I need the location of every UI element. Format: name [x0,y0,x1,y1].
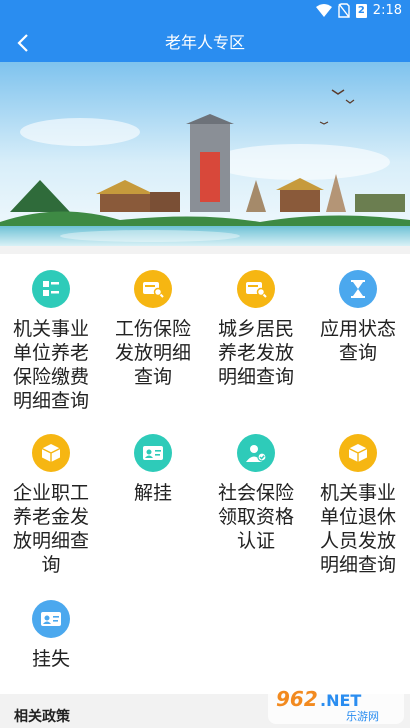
watermark-logo: 962 .NET 乐游网 [268,684,404,724]
list-icon [32,270,70,308]
id-card-icon [32,600,70,638]
service-label: 机关事业单位退休人员发放明细查询 [319,482,396,576]
service-item-app-status[interactable]: 应用状态查询 [307,270,409,365]
box-icon [32,434,70,472]
service-label: 解挂 [133,482,172,504]
service-label: 社会保险领取资格认证 [217,482,294,552]
svg-text:乐游网: 乐游网 [346,710,379,723]
wifi-icon [315,3,332,17]
clock: 2:18 [372,3,402,18]
service-grid: 机关事业单位养老保险缴费明细查询 工伤保险发放明细查询 城乡居民养老发放明细查询… [0,254,410,694]
service-label: 挂失 [31,648,70,670]
no-sim-icon [338,3,350,18]
service-item-employee-pension[interactable]: 企业职工养老金发放明细查询 [0,434,102,577]
hourglass-icon [339,270,377,308]
id-card-icon [134,434,172,472]
card-search-icon [134,270,172,308]
service-item-unfreeze[interactable]: 解挂 [102,434,204,505]
service-item-report-loss[interactable]: 挂失 [0,600,102,671]
service-item-injury-insurance[interactable]: 工伤保险发放明细查询 [102,270,204,389]
title-bar: 老年人专区 [0,24,410,62]
related-policies-heading: 相关政策 [14,709,70,725]
service-label: 应用状态查询 [319,318,396,364]
service-item-retiree-payment[interactable]: 机关事业单位退休人员发放明细查询 [307,434,409,577]
service-label: 企业职工养老金发放明细查询 [12,482,89,576]
service-label: 城乡居民养老发放明细查询 [217,318,294,388]
service-item-staff-pension-payment[interactable]: 机关事业单位养老保险缴费明细查询 [0,270,102,413]
page-title: 老年人专区 [164,33,245,52]
box-icon [339,434,377,472]
battery-indicator: 2 [355,3,367,18]
service-label: 工伤保险发放明细查询 [114,318,191,388]
banner-image [0,62,410,246]
status-icons: 2 2:18 [315,3,402,18]
svg-text:.NET: .NET [320,691,361,710]
service-label: 机关事业单位养老保险缴费明细查询 [12,318,89,412]
card-search-icon [237,270,275,308]
service-item-eligibility-certification[interactable]: 社会保险领取资格认证 [205,434,307,553]
person-check-icon [237,434,275,472]
status-bar: 2 2:18 [0,0,410,24]
service-item-resident-pension[interactable]: 城乡居民养老发放明细查询 [205,270,307,389]
svg-text:962: 962 [276,687,318,711]
